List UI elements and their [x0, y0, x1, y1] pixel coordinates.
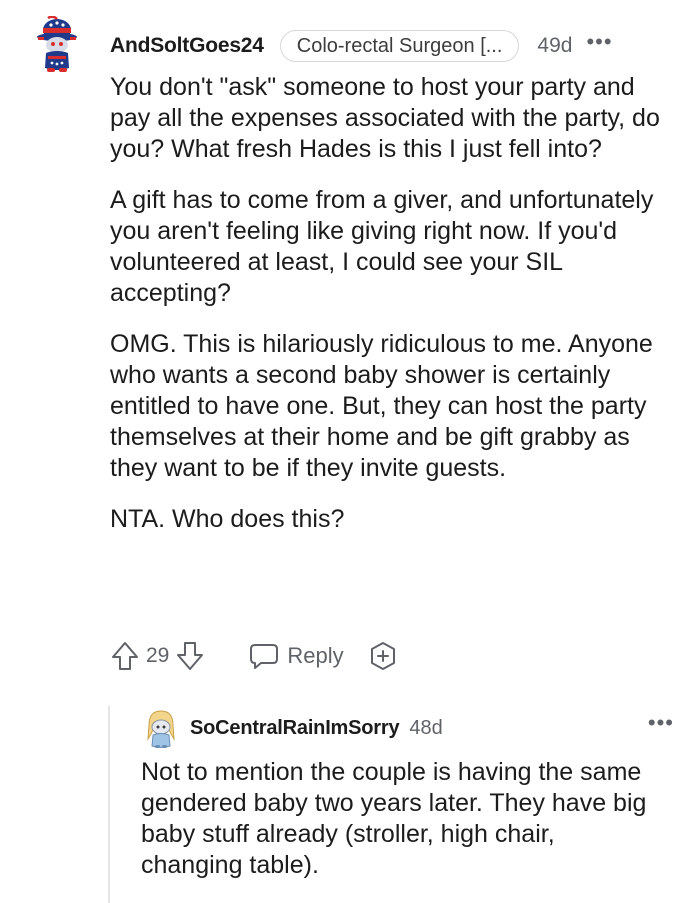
- comment-username[interactable]: AndSoltGoes24: [110, 34, 264, 58]
- comment-paragraph: You don't "ask" someone to host your par…: [110, 73, 660, 163]
- reply-user-avatar[interactable]: [144, 709, 178, 749]
- thread-line[interactable]: [108, 706, 110, 903]
- reply-username[interactable]: SoCentralRainImSorry: [190, 717, 400, 740]
- user-avatar[interactable]: [33, 15, 81, 74]
- user-flair: Colo-rectal Surgeon [...: [279, 30, 520, 62]
- comment-age[interactable]: 49d: [537, 34, 572, 58]
- reply-button[interactable]: Reply: [249, 642, 344, 670]
- comment-paragraph: A gift has to come from a giver, and unf…: [110, 186, 654, 307]
- reply-label: Reply: [287, 643, 344, 668]
- reply-age[interactable]: 48d: [409, 717, 442, 740]
- upvote-arrow-icon[interactable]: [110, 640, 140, 672]
- comment-paragraph: NTA. Who does this?: [110, 505, 345, 533]
- more-horizontal-icon[interactable]: •••: [648, 710, 674, 736]
- comment-paragraph: OMG. This is hilariously ridiculous to m…: [110, 330, 653, 482]
- vote-score: 29: [146, 644, 170, 667]
- comment-actions: 29 Reply: [110, 636, 398, 676]
- comment-body: You don't "ask" someone to host your par…: [110, 72, 676, 555]
- award-plus-icon: [370, 642, 395, 670]
- reply-text: Not to mention the couple is having the …: [141, 758, 647, 879]
- reply-body: Not to mention the couple is having the …: [141, 757, 661, 881]
- downvote-arrow-icon[interactable]: [175, 640, 205, 672]
- comment-header: AndSoltGoes24 Colo-rectal Surgeon [... 4…: [110, 28, 670, 64]
- more-horizontal-icon[interactable]: •••: [586, 31, 612, 53]
- snoo-avatar-icon: [147, 710, 175, 748]
- speech-bubble-icon: [250, 644, 279, 669]
- award-button[interactable]: [368, 641, 398, 671]
- reply-header: SoCentralRainImSorry 48d •••: [190, 710, 680, 744]
- snoo-avatar-icon: [37, 15, 77, 72]
